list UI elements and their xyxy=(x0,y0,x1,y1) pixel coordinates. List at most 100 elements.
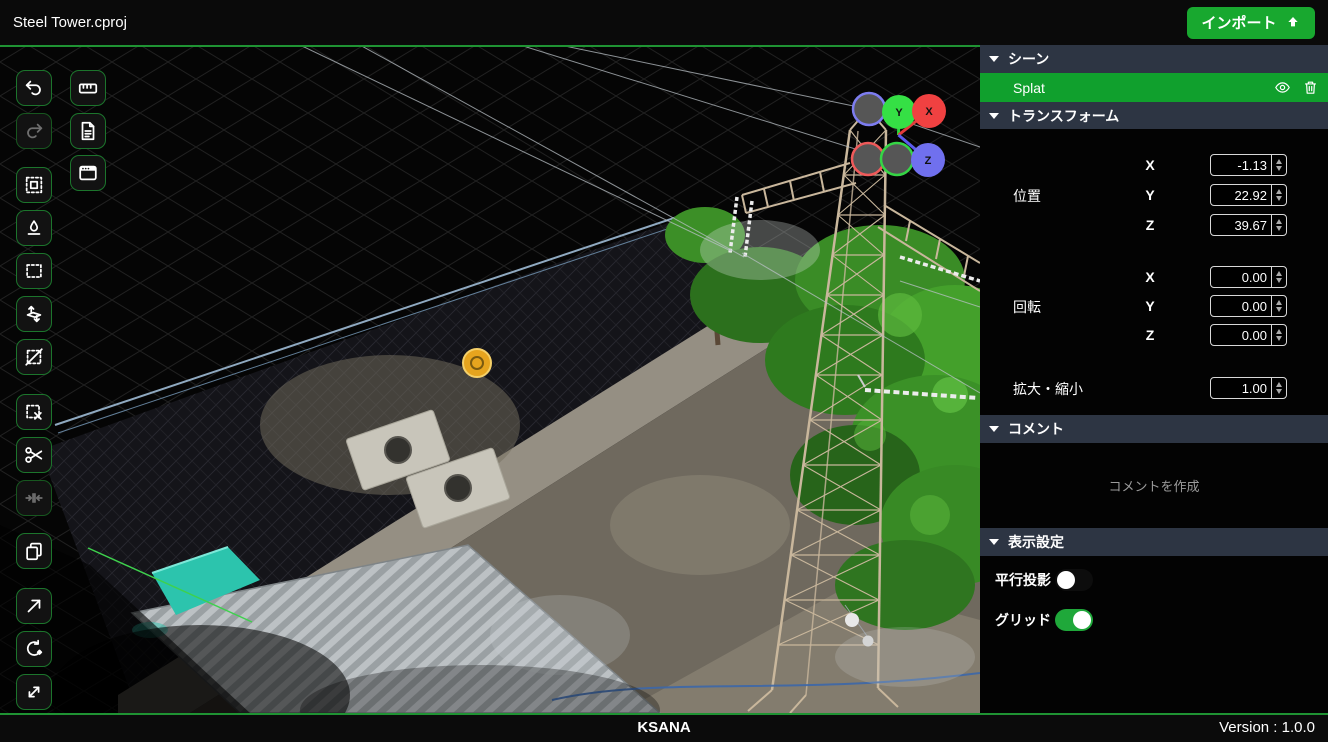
inspector-panel: シーン Splat トランスフォーム 位置 回転 拡大・縮小 X xyxy=(980,45,1328,713)
gizmo-axis-neg-z[interactable] xyxy=(853,93,885,125)
duplicate-button[interactable] xyxy=(16,533,52,569)
comment-section-header[interactable]: コメント xyxy=(980,415,1328,443)
mist-2 xyxy=(835,627,975,687)
spinner-up-icon[interactable] xyxy=(1276,271,1282,276)
flip-button[interactable] xyxy=(16,296,52,332)
rotation-y-spinner[interactable] xyxy=(1271,296,1286,316)
spinner-up-icon[interactable] xyxy=(1276,382,1282,387)
measure-ruler-button[interactable] xyxy=(70,70,106,106)
marquee-select-button[interactable] xyxy=(16,253,52,289)
mist xyxy=(490,595,630,675)
spinner-down-icon[interactable] xyxy=(1276,336,1282,341)
move-button[interactable] xyxy=(16,588,52,624)
droplet-icon xyxy=(23,217,45,239)
comment-body: コメントを作成 xyxy=(980,443,1328,528)
droplet-filter-button[interactable] xyxy=(16,210,52,246)
transform-section-header[interactable]: トランスフォーム xyxy=(980,102,1328,129)
rotation-x-input-group xyxy=(1210,266,1287,288)
gizmo-axis-neg-x[interactable] xyxy=(852,143,884,175)
position-z-axis-label: Z xyxy=(1140,217,1160,233)
position-y-input-group xyxy=(1210,184,1287,206)
box-select-button[interactable] xyxy=(16,167,52,203)
rotate-button[interactable] xyxy=(16,631,52,667)
scale-icon xyxy=(23,681,45,703)
scene-item-splat[interactable]: Splat xyxy=(980,73,1328,102)
position-y-axis-label: Y xyxy=(1140,187,1160,203)
gizmo-z-label: Z xyxy=(925,155,932,167)
position-x-input-group xyxy=(1210,154,1287,176)
merge-button[interactable] xyxy=(16,480,52,516)
scene-section-header[interactable]: シーン xyxy=(980,45,1328,73)
grid-toggle[interactable] xyxy=(1055,609,1093,631)
spinner-down-icon[interactable] xyxy=(1276,389,1282,394)
rotation-z-input-group xyxy=(1210,324,1287,346)
gizmo-y-label: Y xyxy=(895,107,903,119)
viewport-top-border xyxy=(0,45,980,47)
marquee-icon xyxy=(23,260,45,282)
document-button[interactable] xyxy=(70,113,106,149)
undo-icon xyxy=(23,77,45,99)
scale-spinner[interactable] xyxy=(1271,378,1286,398)
ruler-icon xyxy=(77,77,99,99)
rotation-y-input[interactable] xyxy=(1211,296,1271,316)
gizmo-axis-neg-y[interactable] xyxy=(881,143,913,175)
position-z-input[interactable] xyxy=(1211,215,1271,235)
delete-button[interactable] xyxy=(1302,79,1319,96)
position-y-spinner[interactable] xyxy=(1271,185,1286,205)
spinner-down-icon[interactable] xyxy=(1276,226,1282,231)
scissors-icon xyxy=(23,444,45,466)
spinner-down-icon[interactable] xyxy=(1276,166,1282,171)
parallel-projection-label: 平行投影 xyxy=(995,570,1051,590)
cut-button[interactable] xyxy=(16,437,52,473)
position-y-input[interactable] xyxy=(1211,185,1271,205)
rotation-z-spinner[interactable] xyxy=(1271,325,1286,345)
spinner-down-icon[interactable] xyxy=(1276,307,1282,312)
spinner-up-icon[interactable] xyxy=(1276,219,1282,224)
toggle-knob xyxy=(1073,611,1091,629)
comment-empty-text[interactable]: コメントを作成 xyxy=(1108,476,1199,495)
rotation-x-input[interactable] xyxy=(1211,267,1271,287)
spinner-up-icon[interactable] xyxy=(1276,159,1282,164)
visibility-toggle-button[interactable] xyxy=(1274,79,1291,96)
spinner-down-icon[interactable] xyxy=(1276,196,1282,201)
document-icon xyxy=(77,120,99,142)
position-x-axis-label: X xyxy=(1140,157,1160,173)
project-title: Steel Tower.cproj xyxy=(13,14,127,31)
position-x-spinner[interactable] xyxy=(1271,155,1286,175)
position-x-input[interactable] xyxy=(1211,155,1271,175)
display-settings-section-header[interactable]: 表示設定 xyxy=(980,528,1328,556)
spinner-down-icon[interactable] xyxy=(1276,278,1282,283)
trash-icon xyxy=(1302,79,1319,96)
import-button[interactable]: インポート xyxy=(1187,7,1315,39)
clear-selection-button[interactable] xyxy=(16,394,52,430)
rotation-z-input[interactable] xyxy=(1211,325,1271,345)
rotation-x-spinner[interactable] xyxy=(1271,267,1286,287)
scale-input-group xyxy=(1210,377,1287,399)
gizmo-x-label: X xyxy=(925,106,933,118)
display-settings-header-label: 表示設定 xyxy=(1008,532,1064,552)
rotation-x-axis-label: X xyxy=(1140,269,1160,285)
merge-icon xyxy=(23,487,45,509)
duplicate-icon xyxy=(23,540,45,562)
transform-body: 位置 回転 拡大・縮小 X Y Z xyxy=(980,129,1328,415)
grid-label: グリッド xyxy=(995,610,1051,630)
parallel-projection-toggle[interactable] xyxy=(1055,569,1093,591)
window-button[interactable] xyxy=(70,155,106,191)
collapse-triangle-icon xyxy=(989,539,999,545)
undo-button[interactable] xyxy=(16,70,52,106)
scale-input[interactable] xyxy=(1211,378,1271,398)
collapse-triangle-icon xyxy=(989,56,999,62)
status-bar: KSANA Version : 1.0.0 xyxy=(0,713,1328,742)
position-z-spinner[interactable] xyxy=(1271,215,1286,235)
subtract-selection-button[interactable] xyxy=(16,339,52,375)
spinner-up-icon[interactable] xyxy=(1276,300,1282,305)
upload-arrow-icon xyxy=(1285,15,1301,31)
collapse-triangle-icon xyxy=(989,426,999,432)
redo-button[interactable] xyxy=(16,113,52,149)
spinner-up-icon[interactable] xyxy=(1276,189,1282,194)
orientation-gizmo[interactable]: Y X Z xyxy=(845,88,955,184)
scale-button[interactable] xyxy=(16,674,52,710)
viewport[interactable]: Y X Z xyxy=(0,45,980,713)
3d-canvas[interactable] xyxy=(0,45,980,713)
spinner-up-icon[interactable] xyxy=(1276,329,1282,334)
